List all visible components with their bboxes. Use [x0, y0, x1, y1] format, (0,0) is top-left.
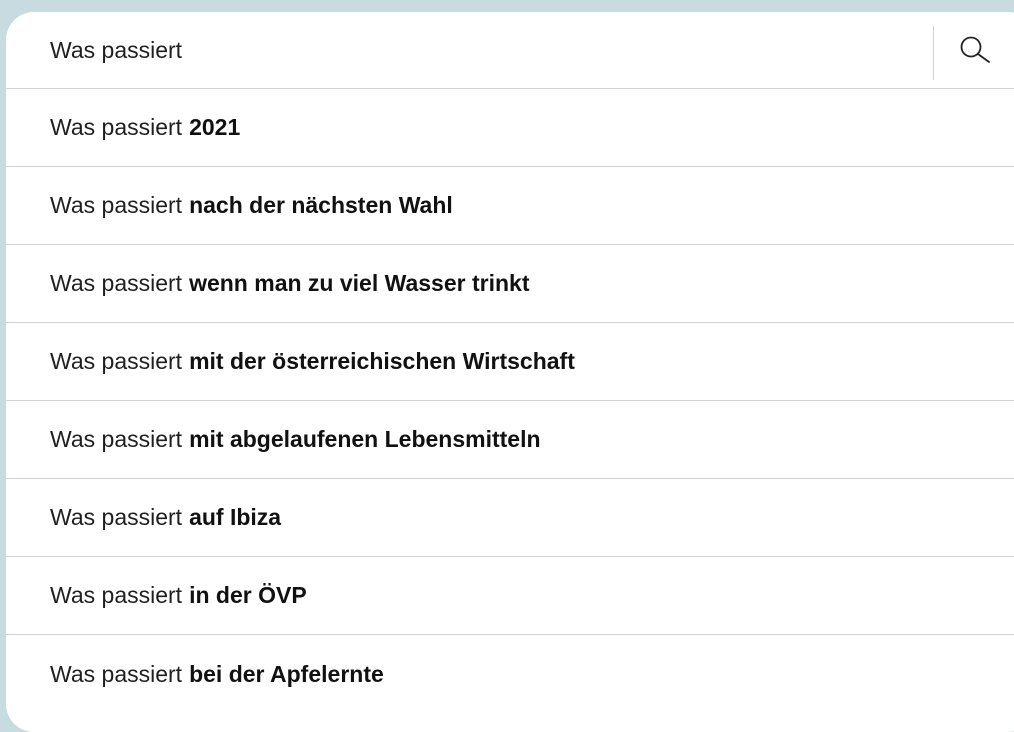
- suggestion-prefix: Was passiert: [50, 426, 183, 452]
- suggestion-item[interactable]: Was passiert 2021: [6, 89, 1014, 167]
- search-icon: [958, 34, 992, 73]
- suggestion-prefix: Was passiert: [50, 582, 183, 608]
- suggestion-prefix: Was passiert: [50, 660, 183, 687]
- search-divider: [933, 26, 934, 80]
- suggestion-prefix: Was passiert: [50, 192, 183, 218]
- suggestion-prefix: Was passiert: [50, 504, 183, 530]
- suggestion-prefix: Was passiert: [50, 114, 183, 140]
- suggestion-item[interactable]: Was passiert in der ÖVP: [6, 557, 1014, 635]
- suggestion-completion: bei der Apfelernte: [189, 660, 384, 687]
- suggestion-prefix: Was passiert: [50, 270, 183, 296]
- suggestion-completion: 2021: [189, 114, 241, 140]
- suggestion-prefix: Was passiert: [50, 348, 183, 374]
- search-button[interactable]: [950, 28, 1000, 78]
- suggestion-completion: mit der österreichischen Wirtschaft: [189, 348, 575, 374]
- suggestion-list: Was passiert 2021 Was passiert nach der …: [6, 89, 1014, 713]
- suggestion-item[interactable]: Was passiert nach der nächsten Wahl: [6, 167, 1014, 245]
- suggestion-completion: auf Ibiza: [189, 504, 282, 530]
- suggestion-item[interactable]: Was passiert auf Ibiza: [6, 479, 1014, 557]
- suggestion-completion: in der ÖVP: [189, 582, 307, 608]
- suggestion-item[interactable]: Was passiert mit abgelaufenen Lebensmitt…: [6, 401, 1014, 479]
- suggestion-completion: wenn man zu viel Wasser trinkt: [189, 270, 530, 296]
- suggestion-item[interactable]: Was passiert mit der österreichischen Wi…: [6, 323, 1014, 401]
- suggestion-item[interactable]: Was passiert wenn man zu viel Wasser tri…: [6, 245, 1014, 323]
- search-input[interactable]: [50, 12, 910, 89]
- search-bar: [6, 12, 1014, 89]
- suggestion-completion: nach der nächsten Wahl: [189, 192, 453, 218]
- search-autocomplete-panel: Was passiert 2021 Was passiert nach der …: [6, 12, 1014, 732]
- suggestion-completion: mit abgelaufenen Lebensmitteln: [189, 426, 541, 452]
- suggestion-item[interactable]: Was passiert bei der Apfelernte: [6, 635, 1014, 713]
